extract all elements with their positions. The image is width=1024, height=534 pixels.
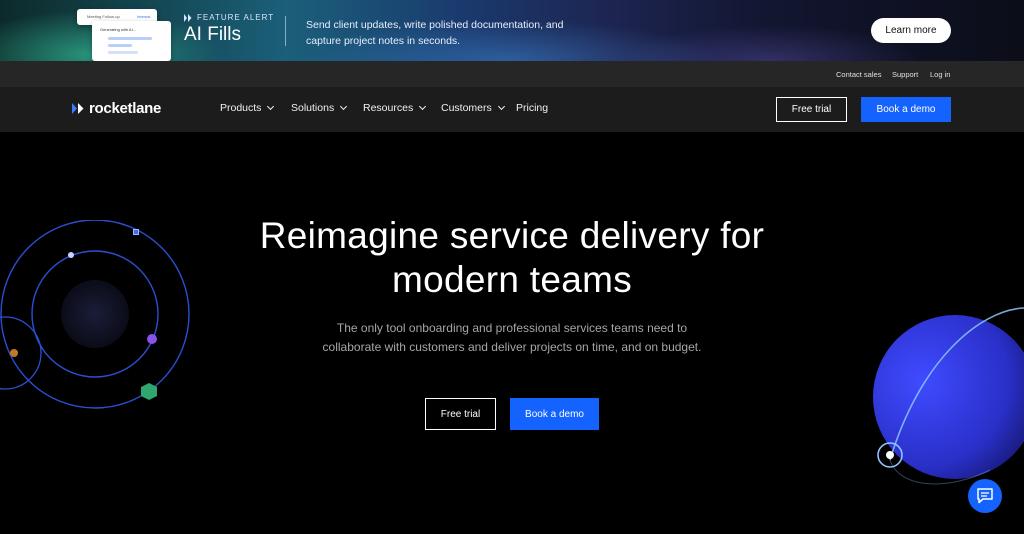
feature-alert-description: Send client updates, write polished docu… <box>306 19 564 47</box>
nav-item-customers[interactable]: Customers <box>441 102 505 114</box>
orbit-graphic-left <box>0 220 190 409</box>
feature-alert-title: AI Fills <box>184 24 241 45</box>
contact-sales-link[interactable]: Contact sales <box>836 70 881 79</box>
banner-divider <box>285 16 286 46</box>
nav-item-resources[interactable]: Resources <box>363 102 427 114</box>
hero-book-demo-button[interactable]: Book a demo <box>510 398 599 430</box>
hero-free-trial-button[interactable]: Free trial <box>425 398 496 430</box>
mockup-tag-text: Internal <box>137 14 151 19</box>
utility-bar: Contact sales Support Log in <box>0 61 1024 87</box>
banner-mockup-card: Generating with AI... <box>92 21 171 61</box>
nav-free-trial-button[interactable]: Free trial <box>776 97 847 122</box>
support-link[interactable]: Support <box>892 70 918 79</box>
logo[interactable]: rocketlane <box>72 100 161 117</box>
mockup-line <box>108 51 138 54</box>
nav-item-pricing[interactable]: Pricing <box>516 102 548 114</box>
hero-subtitle: The only tool onboarding and professiona… <box>322 321 702 354</box>
login-link[interactable]: Log in <box>930 70 950 79</box>
chat-launcher-button[interactable] <box>968 479 1002 513</box>
rocketlane-chevrons-icon <box>72 103 84 114</box>
learn-more-button[interactable]: Learn more <box>871 18 951 43</box>
nav-item-label: Pricing <box>516 102 549 114</box>
planet-graphic-right <box>873 307 1024 485</box>
mockup-status-text: Generating with AI... <box>100 27 137 32</box>
mockup-header-text: Meeting Follow-up <box>87 14 120 19</box>
chevron-down-icon <box>267 102 275 111</box>
chevron-down-icon <box>340 102 348 111</box>
nav-item-products[interactable]: Products <box>220 102 275 114</box>
chevron-down-icon <box>497 102 505 111</box>
chevron-down-icon <box>419 102 427 111</box>
chat-bubble-icon <box>977 488 993 504</box>
hero-title-line: modern teams <box>391 259 633 300</box>
feature-alert-banner: Meeting Follow-up Internal Generating wi… <box>0 0 1024 61</box>
hero-title-line: Reimagine service delivery for <box>259 215 765 256</box>
nav-item-label: Products <box>220 102 262 114</box>
mockup-line <box>108 37 152 40</box>
feature-alert-label-text: FEATURE ALERT <box>197 13 275 22</box>
main-nav: rocketlane Products Solutions Resources … <box>0 87 1024 132</box>
nav-item-label: Resources <box>363 102 414 114</box>
square-dot <box>133 229 139 235</box>
page: Meeting Follow-up Internal Generating wi… <box>0 0 1024 534</box>
nav-book-demo-button[interactable]: Book a demo <box>861 97 951 122</box>
rocketlane-chevrons-icon <box>184 13 192 22</box>
nav-item-label: Solutions <box>291 102 335 114</box>
feature-alert-label: FEATURE ALERT <box>184 13 274 22</box>
hero-title: Reimagine service delivery for modern te… <box>212 214 812 302</box>
nav-item-solutions[interactable]: Solutions <box>291 102 348 114</box>
nav-item-label: Customers <box>441 102 492 114</box>
mockup-line <box>108 44 132 47</box>
logo-text: rocketlane <box>89 100 162 117</box>
